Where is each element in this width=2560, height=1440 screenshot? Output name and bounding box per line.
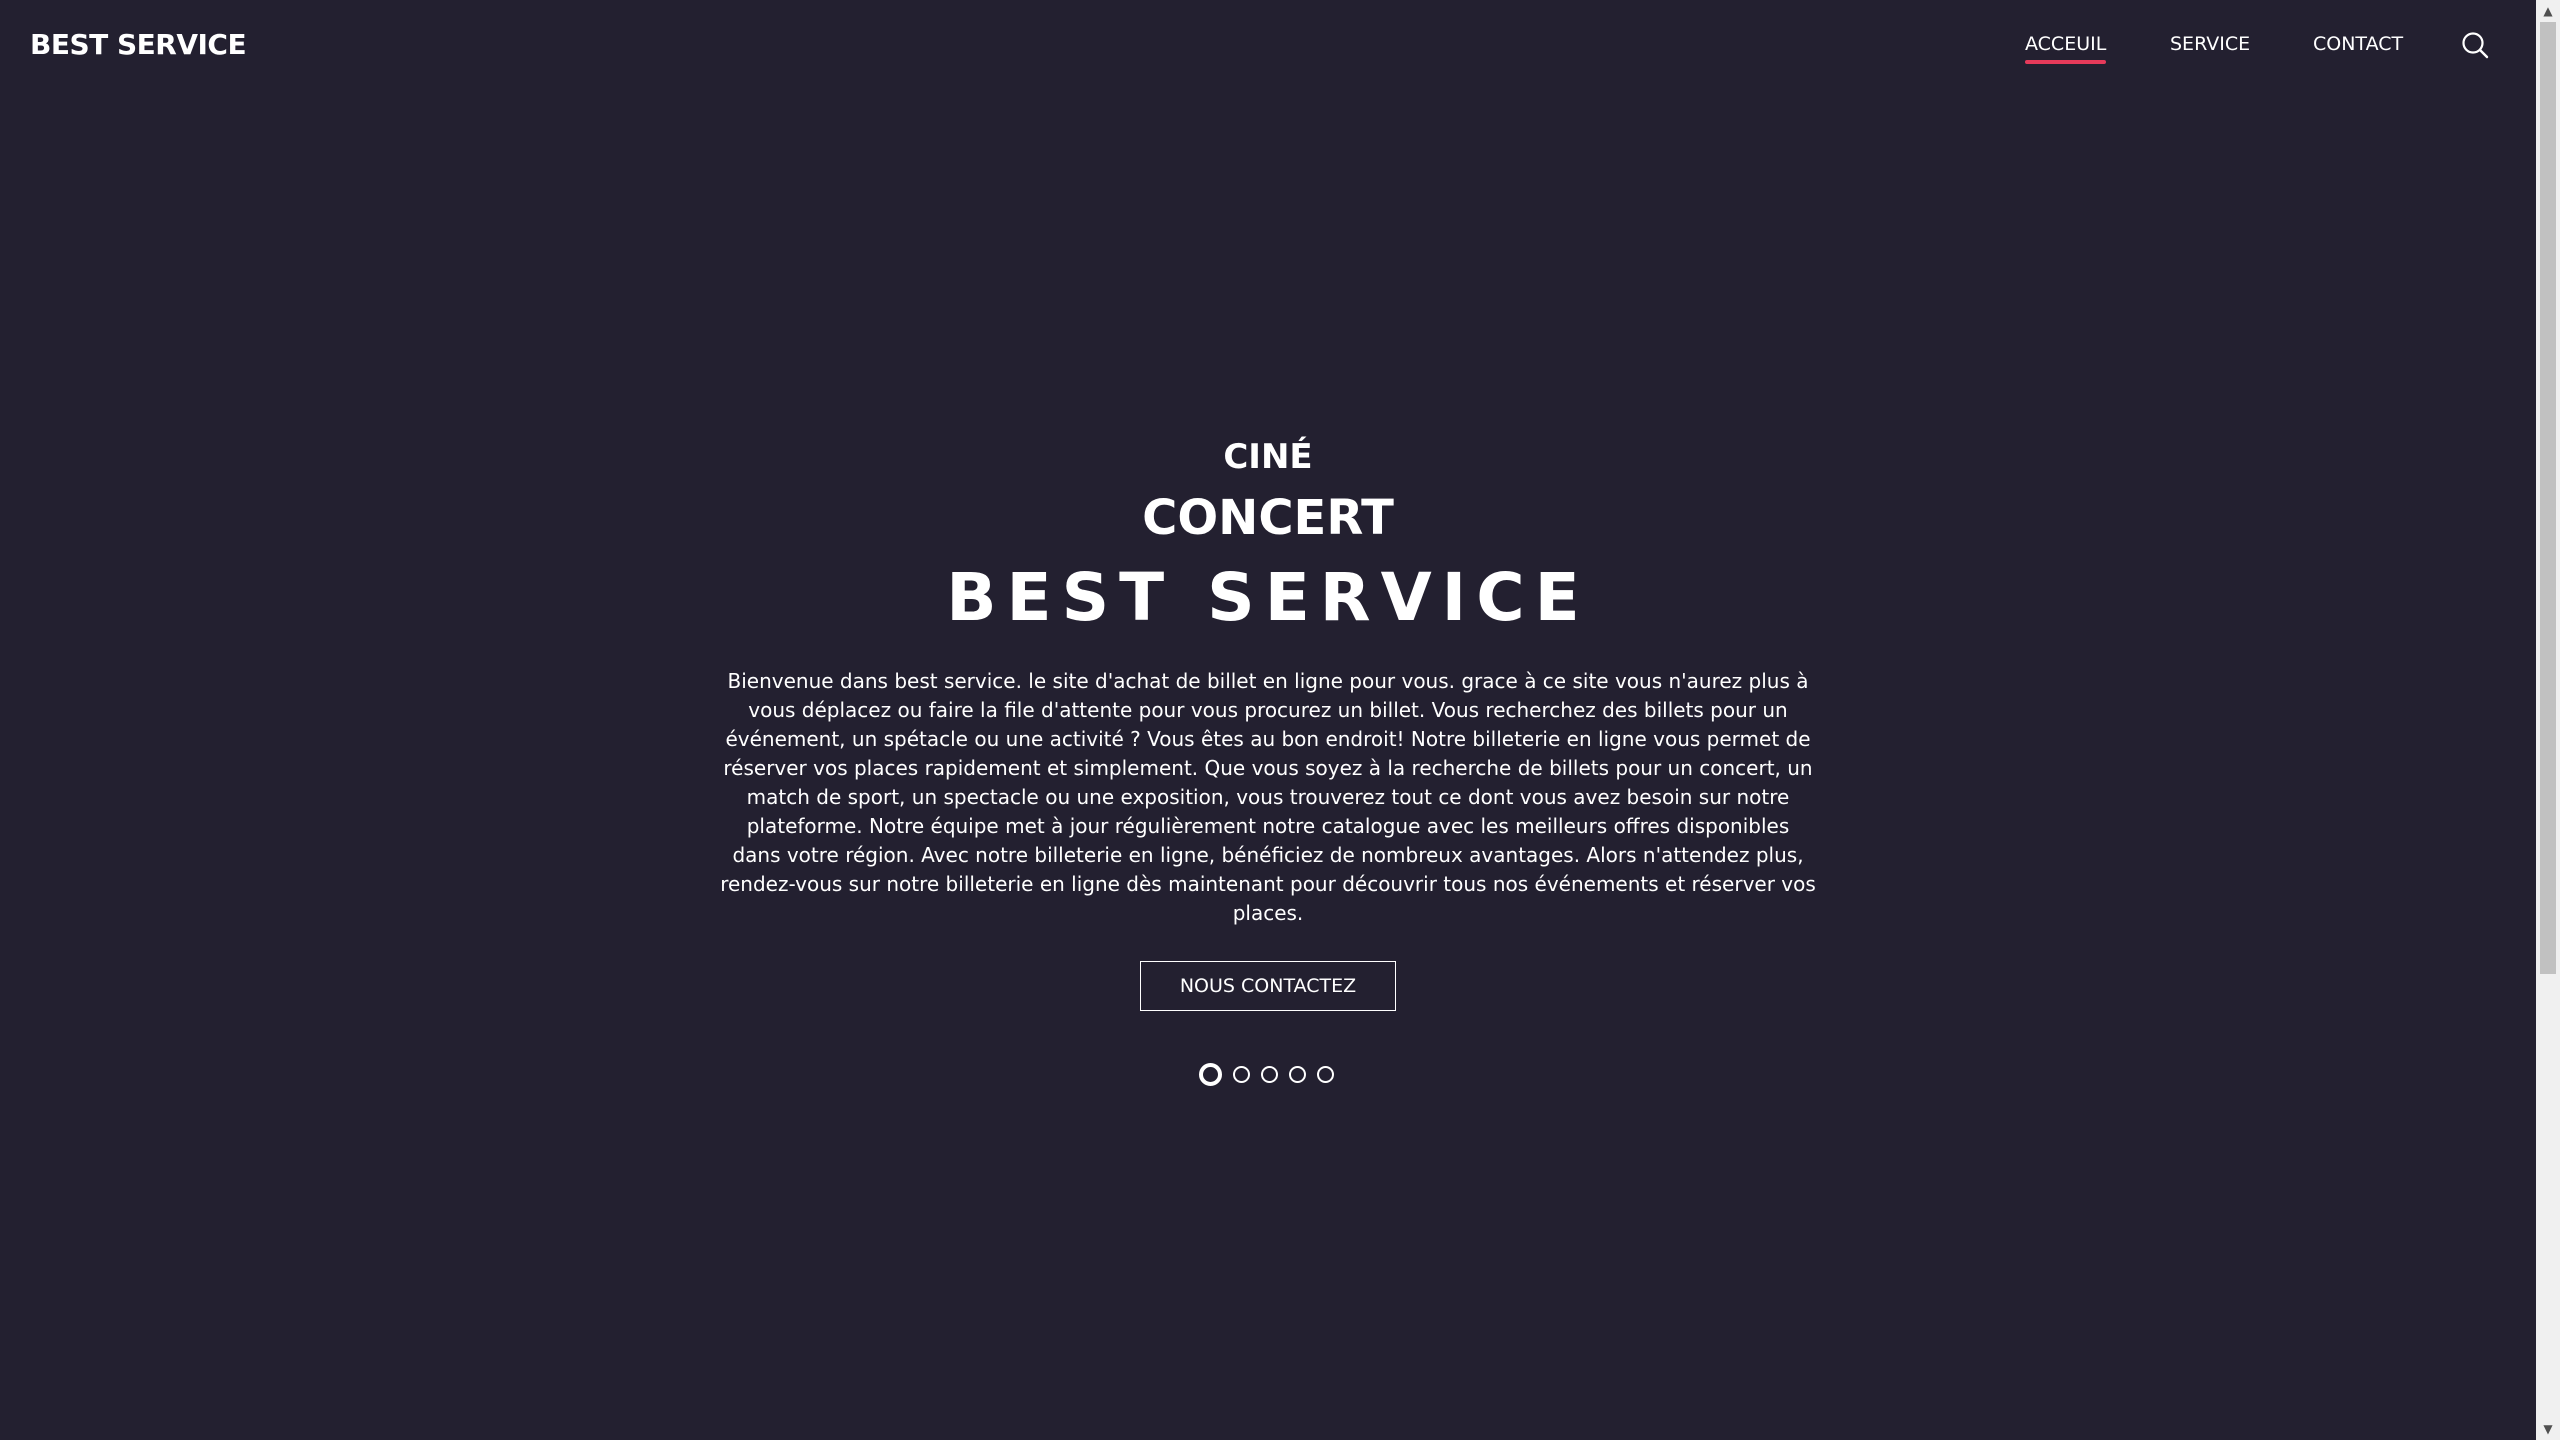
viewport: BEST SERVICE ACCEUIL SERVICE CONTACT CIN… xyxy=(0,0,2536,1440)
scrollbar-thumb[interactable] xyxy=(2540,22,2556,974)
slider-dot-2[interactable] xyxy=(1233,1066,1250,1083)
hero-section: CINÉ CONCERT BEST SERVICE Bienvenue dans… xyxy=(0,0,2536,1440)
hero-kicker-cine: CINÉ xyxy=(1223,437,1313,477)
scroll-down-arrow-icon[interactable]: ▼ xyxy=(2536,1418,2560,1440)
hero-kicker-concert: CONCERT xyxy=(1142,490,1394,546)
hero-description: Bienvenue dans best service. le site d'a… xyxy=(720,669,1816,925)
vertical-scrollbar[interactable]: ▲ ▼ xyxy=(2536,0,2560,1440)
page: BEST SERVICE ACCEUIL SERVICE CONTACT CIN… xyxy=(0,0,2560,1440)
slider-dot-3[interactable] xyxy=(1261,1066,1278,1083)
slider-dot-1[interactable] xyxy=(1199,1063,1222,1086)
hero-title: BEST SERVICE xyxy=(946,559,1590,636)
contact-cta-button[interactable]: NOUS CONTACTEZ xyxy=(1140,961,1396,1011)
slider-dot-5[interactable] xyxy=(1317,1066,1334,1083)
scroll-up-arrow-icon[interactable]: ▲ xyxy=(2536,0,2560,22)
slider-dot-4[interactable] xyxy=(1289,1066,1306,1083)
